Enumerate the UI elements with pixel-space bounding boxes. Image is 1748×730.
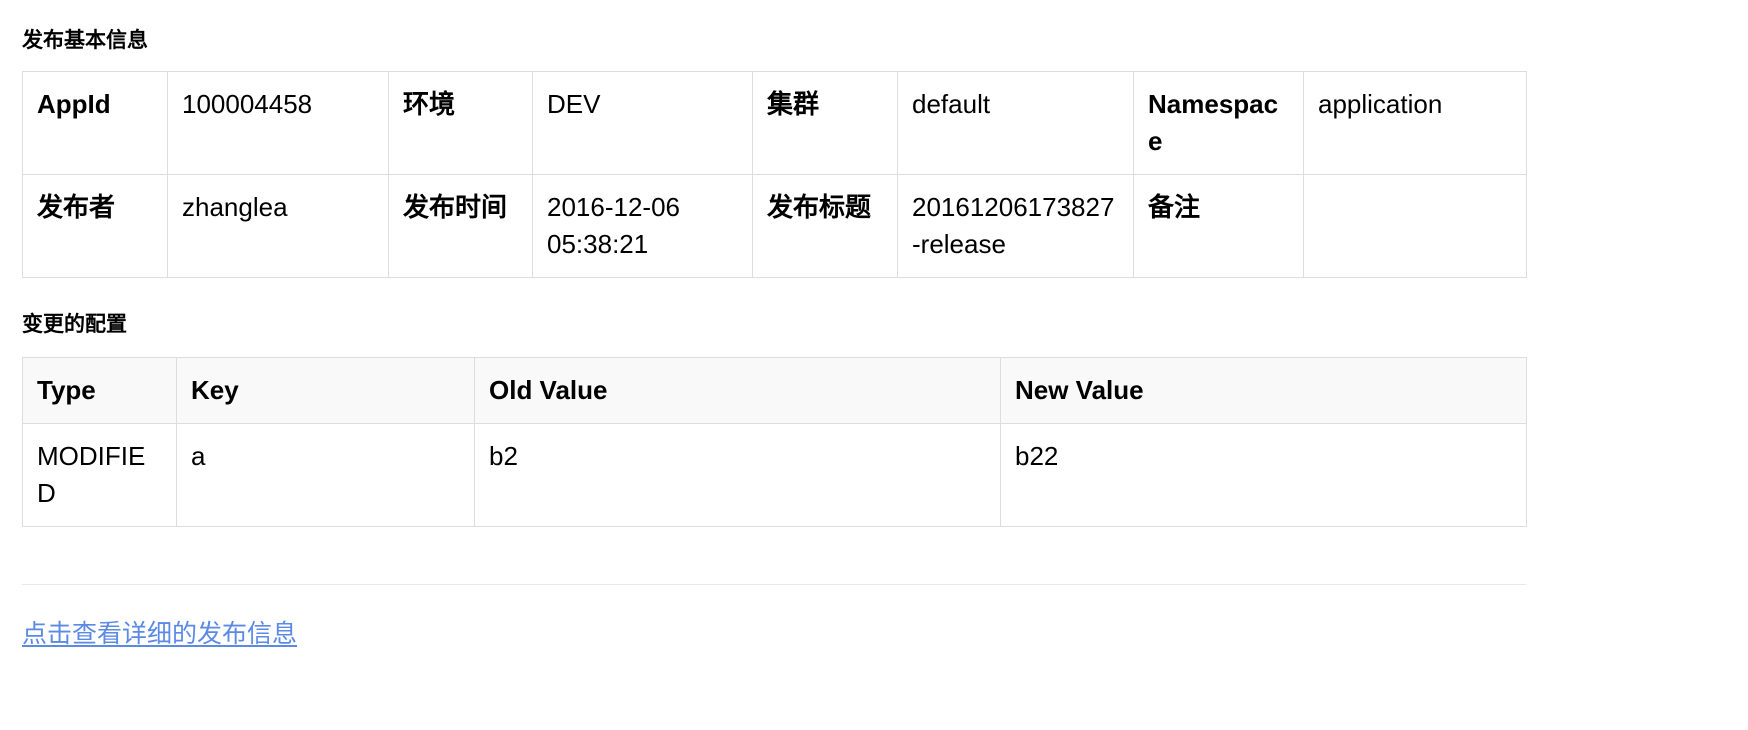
footer-link-container: 点击查看详细的发布信息 xyxy=(22,618,297,651)
publisher-value: zhanglea xyxy=(168,175,389,278)
release-info-table: AppId 100004458 环境 DEV 集群 default Namesp… xyxy=(22,71,1527,278)
cluster-value: default xyxy=(898,72,1134,175)
release-time-label: 发布时间 xyxy=(389,175,533,278)
change-old-value-cell: b2 xyxy=(475,423,1001,526)
table-row: AppId 100004458 环境 DEV 集群 default Namesp… xyxy=(23,72,1527,175)
release-time-value: 2016-12-06 05:38:21 xyxy=(533,175,753,278)
table-row: 发布者 zhanglea 发布时间 2016-12-06 05:38:21 发布… xyxy=(23,175,1527,278)
release-title-value: 20161206173827-release xyxy=(898,175,1134,278)
change-key-cell: a xyxy=(177,423,475,526)
comment-label: 备注 xyxy=(1134,175,1304,278)
column-header-key: Key xyxy=(177,358,475,424)
namespace-value: application xyxy=(1304,72,1527,175)
column-header-type: Type xyxy=(23,358,177,424)
environment-label: 环境 xyxy=(389,72,533,175)
table-header-row: Type Key Old Value New Value xyxy=(23,358,1527,424)
cluster-label: 集群 xyxy=(753,72,898,175)
appid-label: AppId xyxy=(23,72,168,175)
environment-value: DEV xyxy=(533,72,753,175)
changed-config-table: Type Key Old Value New Value MODIFIED a … xyxy=(22,357,1527,527)
release-title-label: 发布标题 xyxy=(753,175,898,278)
column-header-new-value: New Value xyxy=(1001,358,1527,424)
comment-value xyxy=(1304,175,1527,278)
view-release-detail-link[interactable]: 点击查看详细的发布信息 xyxy=(22,620,297,648)
publisher-label: 发布者 xyxy=(23,175,168,278)
change-type-cell: MODIFIED xyxy=(23,423,177,526)
table-row: MODIFIED a b2 b22 xyxy=(23,423,1527,526)
changed-config-heading: 变更的配置 xyxy=(22,278,1726,337)
column-header-old-value: Old Value xyxy=(475,358,1001,424)
change-new-value-cell: b22 xyxy=(1001,423,1527,526)
footer-divider xyxy=(22,584,1526,585)
namespace-label: Namespace xyxy=(1134,72,1304,175)
release-detail-page: 发布基本信息 AppId 100004458 环境 DEV 集群 default… xyxy=(0,0,1748,730)
release-info-heading: 发布基本信息 xyxy=(22,0,1726,53)
appid-value: 100004458 xyxy=(168,72,389,175)
